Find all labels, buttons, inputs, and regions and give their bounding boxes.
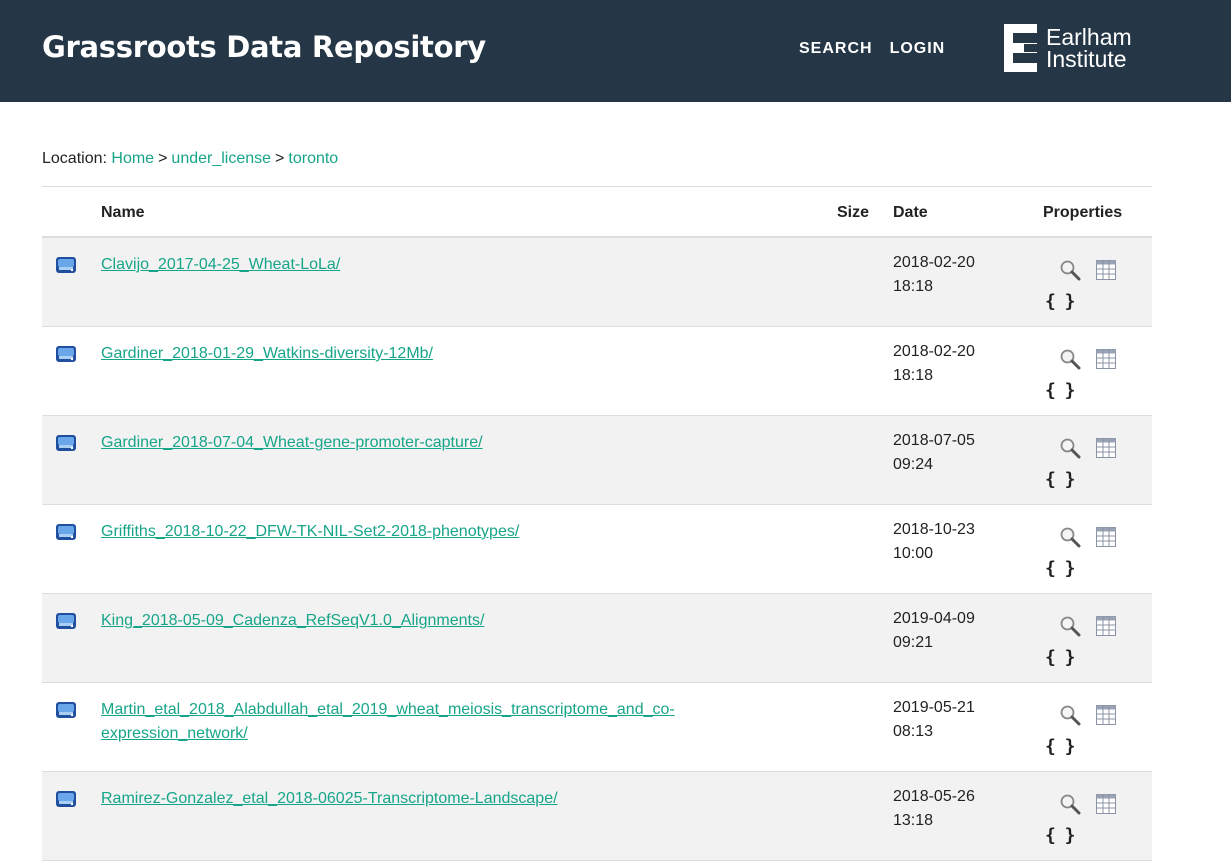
date-value: 2018-02-20 (893, 343, 975, 360)
column-header-name[interactable]: Name (101, 204, 145, 222)
nav-search[interactable]: SEARCH (799, 40, 873, 58)
folder-link[interactable]: Ramirez-Gonzalez_etal_2018-06025-Transcr… (101, 790, 558, 807)
table-row: Gardiner_2018-01-29_Watkins-diversity-12… (42, 327, 1152, 416)
magnifier-icon[interactable] (1059, 704, 1081, 731)
file-date: 2018-02-20 18:18 (893, 340, 975, 388)
site-title[interactable]: Grassroots Data Repository (42, 30, 486, 64)
time-value: 18:18 (893, 278, 934, 295)
file-date: 2019-04-09 09:21 (893, 607, 975, 655)
folder-link[interactable]: Clavijo_2017-04-25_Wheat-LoLa/ (101, 256, 340, 273)
table-row: Gardiner_2018-07-04_Wheat-gene-promoter-… (42, 416, 1152, 505)
drive-icon (55, 611, 77, 636)
time-value: 09:24 (893, 456, 934, 473)
logo-line-2: Institute (1046, 46, 1127, 72)
time-value: 09:21 (893, 634, 934, 651)
file-date: 2018-10-23 10:00 (893, 518, 975, 566)
table-icon[interactable] (1096, 705, 1116, 730)
magnifier-icon[interactable] (1059, 526, 1081, 553)
date-value: 2018-05-26 (893, 788, 975, 805)
date-value: 2019-04-09 (893, 610, 975, 627)
date-value: 2018-07-05 (893, 432, 975, 449)
column-header-properties: Properties (1043, 204, 1123, 221)
magnifier-icon[interactable] (1059, 437, 1081, 464)
table-header: Name Size Date Properties (42, 186, 1152, 238)
folder-link[interactable]: Gardiner_2018-01-29_Watkins-diversity-12… (101, 345, 433, 362)
time-value: 18:18 (893, 367, 934, 384)
folder-link[interactable]: Martin_etal_2018_Alabdullah_etal_2019_wh… (101, 701, 675, 742)
table-icon[interactable] (1096, 527, 1116, 552)
table-row: Griffiths_2018-10-22_DFW-TK-NIL-Set2-201… (42, 505, 1152, 594)
breadcrumb: Location: Home > under_license > toronto (42, 150, 338, 168)
json-braces-icon[interactable]: { } (1045, 380, 1075, 401)
breadcrumb-label: Location: (42, 150, 107, 167)
breadcrumb-under-license[interactable]: under_license (171, 150, 271, 167)
json-braces-icon[interactable]: { } (1045, 647, 1075, 668)
table-row: Martin_etal_2018_Alabdullah_etal_2019_wh… (42, 683, 1152, 772)
logo-line-1: Earlham (1046, 24, 1132, 50)
time-value: 08:13 (893, 723, 934, 740)
file-date: 2019-05-21 08:13 (893, 696, 975, 744)
main-nav: SEARCH LOGIN (799, 40, 945, 58)
drive-icon (55, 255, 77, 280)
table-row: Ramirez-Gonzalez_etal_2018-06025-Transcr… (42, 772, 1152, 861)
file-table: Name Size Date Properties Clavijo_2017-0… (42, 186, 1152, 861)
table-row: King_2018-05-09_Cadenza_RefSeqV1.0_Align… (42, 594, 1152, 683)
time-value: 10:00 (893, 545, 934, 562)
table-icon[interactable] (1096, 438, 1116, 463)
time-value: 13:18 (893, 812, 934, 829)
drive-icon (55, 522, 77, 547)
drive-icon (55, 344, 77, 369)
folder-link[interactable]: Griffiths_2018-10-22_DFW-TK-NIL-Set2-201… (101, 523, 519, 540)
breadcrumb-separator: > (158, 150, 168, 167)
folder-link[interactable]: Gardiner_2018-07-04_Wheat-gene-promoter-… (101, 434, 483, 451)
drive-icon (55, 433, 77, 458)
nav-login[interactable]: LOGIN (890, 40, 946, 58)
breadcrumb-home[interactable]: Home (111, 150, 154, 167)
breadcrumb-separator: > (275, 150, 285, 167)
table-icon[interactable] (1096, 616, 1116, 641)
drive-icon (55, 700, 77, 725)
table-row: Clavijo_2017-04-25_Wheat-LoLa/ 2018-02-2… (42, 238, 1152, 327)
folder-link[interactable]: King_2018-05-09_Cadenza_RefSeqV1.0_Align… (101, 612, 484, 629)
json-braces-icon[interactable]: { } (1045, 736, 1075, 757)
date-value: 2019-05-21 (893, 699, 975, 716)
json-braces-icon[interactable]: { } (1045, 825, 1075, 846)
table-icon[interactable] (1096, 260, 1116, 285)
magnifier-icon[interactable] (1059, 348, 1081, 375)
breadcrumb-toronto[interactable]: toronto (288, 150, 338, 167)
column-header-size[interactable]: Size (837, 204, 869, 222)
json-braces-icon[interactable]: { } (1045, 558, 1075, 579)
drive-icon (55, 789, 77, 814)
date-value: 2018-02-20 (893, 254, 975, 271)
date-value: 2018-10-23 (893, 521, 975, 538)
json-braces-icon[interactable]: { } (1045, 469, 1075, 490)
column-header-date[interactable]: Date (893, 204, 928, 222)
magnifier-icon[interactable] (1059, 615, 1081, 642)
site-header: Grassroots Data Repository SEARCH LOGIN … (0, 0, 1231, 102)
earlham-logo-mark-icon (1004, 24, 1037, 72)
magnifier-icon[interactable] (1059, 259, 1081, 286)
file-date: 2018-02-20 18:18 (893, 251, 975, 299)
logo-text: Earlham Institute (1046, 24, 1132, 72)
file-date: 2018-05-26 13:18 (893, 785, 975, 833)
table-icon[interactable] (1096, 794, 1116, 819)
file-date: 2018-07-05 09:24 (893, 429, 975, 477)
earlham-logo[interactable]: Earlham Institute (1004, 24, 1132, 72)
json-braces-icon[interactable]: { } (1045, 291, 1075, 312)
table-body: Clavijo_2017-04-25_Wheat-LoLa/ 2018-02-2… (42, 238, 1152, 861)
magnifier-icon[interactable] (1059, 793, 1081, 820)
table-icon[interactable] (1096, 349, 1116, 374)
